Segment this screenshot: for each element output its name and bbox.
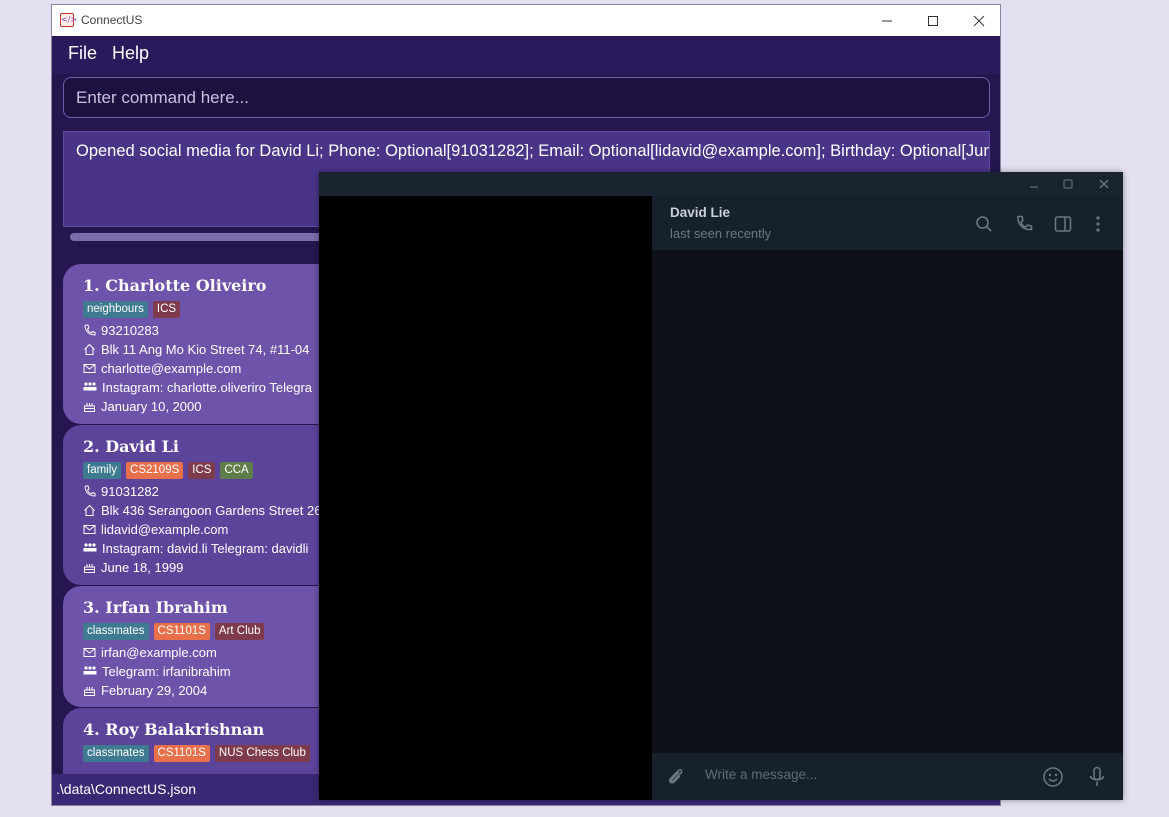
telegram-titlebar[interactable]: [319, 172, 1123, 196]
search-button[interactable]: [972, 212, 996, 236]
result-scrollbar[interactable]: [70, 233, 330, 241]
menu-file[interactable]: File: [68, 43, 97, 64]
emoji-button[interactable]: [1041, 765, 1065, 789]
tag: classmates: [83, 745, 149, 762]
maximize-icon: [928, 15, 938, 26]
phone-text: 93210283: [101, 323, 159, 338]
home-icon: [84, 343, 95, 355]
app-icon: </>: [60, 13, 77, 27]
tag: ICS: [152, 301, 181, 318]
tag: CS1101S: [153, 623, 210, 640]
voice-button[interactable]: [1085, 765, 1109, 789]
phone-icon: [84, 485, 96, 497]
email-text: charlotte@example.com: [101, 361, 242, 376]
email-text: lidavid@example.com: [101, 522, 229, 537]
phone-icon: [84, 324, 96, 336]
phone-icon: [1017, 215, 1033, 231]
window-title: ConnectUS: [81, 13, 143, 27]
minimize-button[interactable]: [864, 5, 910, 36]
tag: CS2109S: [126, 462, 184, 479]
social-text: Instagram: charlotte.oliveriro Telegra: [102, 380, 313, 395]
maximize-button[interactable]: [910, 5, 956, 36]
sidebar-toggle-button[interactable]: [1051, 212, 1075, 236]
close-icon: [973, 15, 985, 26]
tg-minimize-button[interactable]: [1021, 172, 1047, 196]
mail-icon: [83, 525, 96, 534]
paperclip-icon: [668, 769, 683, 784]
minimize-icon: [882, 20, 892, 21]
address-text: Blk 436 Serangoon Gardens Street 26,: [101, 503, 326, 518]
telegram-chat-header[interactable]: David Lie last seen recently: [652, 196, 1123, 250]
tag: classmates: [83, 623, 149, 640]
social-text: Instagram: david.li Telegram: davidli: [102, 541, 309, 556]
chat-contact-name[interactable]: David Lie: [670, 205, 730, 220]
close-icon: [1099, 179, 1109, 189]
mail-icon: [83, 648, 96, 657]
telegram-window: David Lie last seen recently Write a mes…: [319, 172, 1123, 800]
menu-bar: File Help: [52, 36, 1000, 74]
sidebar-panel-icon: [1054, 216, 1072, 232]
attach-button[interactable]: [664, 765, 688, 789]
address-text: Blk 11 Ang Mo Kio Street 74, #11-04: [101, 342, 310, 357]
tg-close-button[interactable]: [1091, 172, 1117, 196]
group-icon: [83, 666, 97, 675]
chat-contact-status: last seen recently: [670, 226, 772, 241]
more-button[interactable]: [1086, 212, 1110, 236]
group-icon: [83, 382, 97, 391]
mail-icon: [83, 364, 96, 373]
tag: NUS Chess Club: [214, 745, 310, 762]
menu-help[interactable]: Help: [112, 43, 149, 64]
command-input[interactable]: Enter command here...: [63, 77, 990, 118]
home-icon: [84, 504, 95, 516]
smiley-icon: [1043, 767, 1063, 787]
tg-maximize-button[interactable]: [1055, 172, 1081, 196]
microphone-icon: [1089, 766, 1105, 786]
cake-icon: [84, 564, 95, 573]
minimize-icon: [1030, 186, 1038, 188]
message-input[interactable]: Write a message...: [705, 767, 817, 782]
telegram-left-panel: [319, 196, 652, 800]
birthday-text: January 10, 2000: [101, 399, 202, 414]
tag: neighbours: [83, 301, 148, 318]
call-button[interactable]: [1012, 212, 1036, 236]
birthday-text: February 29, 2004: [101, 683, 208, 698]
tag: ICS: [188, 462, 216, 479]
tag: CCA: [220, 462, 253, 479]
tag: Art Club: [214, 623, 265, 640]
more-vertical-icon: [1096, 216, 1100, 232]
message-composer: Write a message...: [652, 753, 1123, 800]
tag: CS1101S: [153, 745, 210, 762]
search-icon: [976, 216, 992, 232]
close-button[interactable]: [956, 5, 1000, 36]
phone-text: 91031282: [101, 484, 159, 499]
connectus-titlebar[interactable]: </> ConnectUS: [52, 5, 1000, 36]
cake-icon: [84, 687, 95, 696]
social-text: Telegram: irfanibrahim: [102, 664, 231, 679]
maximize-icon: [1063, 179, 1073, 189]
group-icon: [83, 543, 97, 552]
chat-area: [652, 250, 1123, 753]
birthday-text: June 18, 1999: [101, 560, 184, 575]
tag: family: [83, 462, 122, 479]
cake-icon: [84, 403, 95, 412]
email-text: irfan@example.com: [101, 645, 217, 660]
